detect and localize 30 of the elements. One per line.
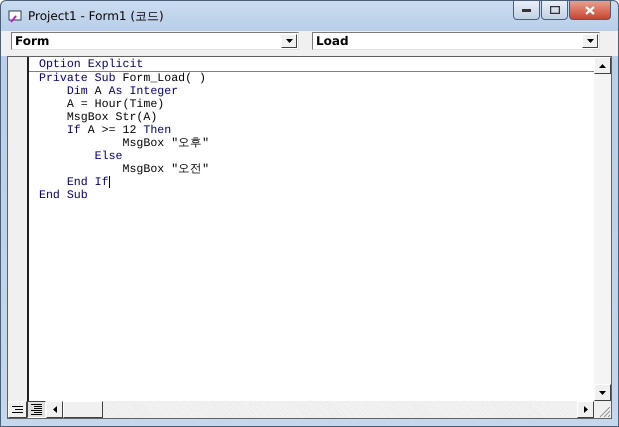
dropdown-button[interactable] bbox=[582, 34, 598, 48]
lines-icon bbox=[31, 404, 42, 415]
object-dropdown[interactable]: Form bbox=[11, 32, 299, 50]
procedure-view-button[interactable] bbox=[8, 401, 27, 418]
scroll-thumb[interactable] bbox=[63, 401, 103, 418]
minimize-icon bbox=[522, 8, 531, 12]
code-window-icon bbox=[8, 10, 22, 22]
scroll-up-button[interactable] bbox=[594, 57, 611, 74]
minimize-button[interactable] bbox=[513, 1, 540, 20]
window-title: Project1 - Form1 (코드) bbox=[28, 8, 164, 24]
up-arrow-icon bbox=[599, 64, 606, 68]
full-module-view-button[interactable] bbox=[27, 401, 46, 418]
scroll-left-button[interactable] bbox=[46, 401, 63, 418]
dropdown-button[interactable] bbox=[281, 34, 297, 48]
horizontal-scrollbar[interactable] bbox=[63, 401, 577, 418]
close-button[interactable] bbox=[569, 1, 611, 20]
down-arrow-icon bbox=[599, 390, 606, 394]
right-arrow-icon bbox=[584, 406, 588, 413]
lines-icon bbox=[12, 406, 23, 413]
maximize-icon bbox=[550, 6, 560, 14]
down-arrow-icon bbox=[286, 39, 292, 43]
scroll-down-button[interactable] bbox=[594, 384, 611, 401]
close-icon bbox=[585, 6, 595, 14]
scroll-right-button[interactable] bbox=[577, 401, 594, 418]
vertical-scrollbar[interactable] bbox=[594, 57, 611, 401]
maximize-button[interactable] bbox=[541, 1, 568, 20]
procedure-dropdown[interactable]: Load bbox=[312, 32, 600, 50]
down-arrow-icon bbox=[586, 39, 594, 43]
left-arrow-icon bbox=[52, 406, 56, 413]
text-cursor bbox=[108, 176, 110, 188]
